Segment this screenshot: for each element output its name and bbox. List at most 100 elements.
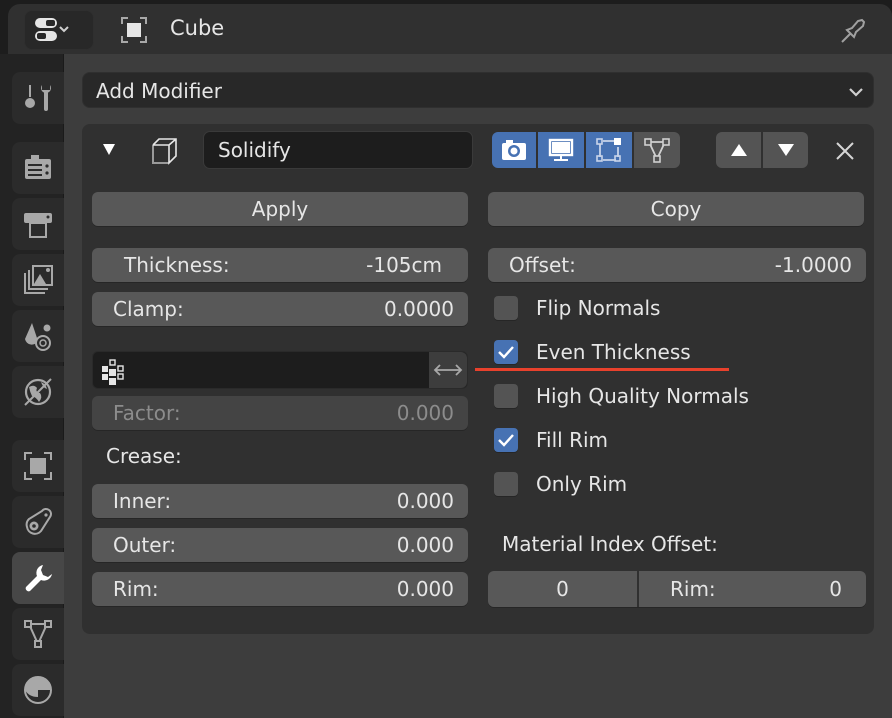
vertex-group-icon: [102, 359, 124, 385]
chevron-down-icon: [849, 88, 863, 97]
checkbox-box[interactable]: [494, 428, 518, 452]
collapse-triangle-icon[interactable]: [102, 142, 116, 156]
render-toggle-button[interactable]: [492, 132, 536, 168]
factor-field: Factor: 0.000: [92, 396, 468, 430]
material-icon: [24, 676, 52, 704]
viewport-toggle-button[interactable]: [538, 132, 584, 168]
checkbox-label: Only Rim: [536, 472, 628, 496]
checkbox-label: Flip Normals: [536, 296, 661, 320]
tab-world[interactable]: [12, 366, 64, 418]
crease-outer-field[interactable]: Outer: 0.000: [92, 528, 468, 562]
only-rim-checkbox[interactable]: Only Rim: [494, 469, 627, 499]
solidify-modifier-icon: [152, 138, 177, 165]
material-offset-field[interactable]: 0: [488, 571, 637, 607]
offset-value: -1.0000: [774, 253, 852, 277]
material-offset-rim-label: Rim:: [670, 577, 716, 601]
tab-scene[interactable]: [12, 310, 64, 362]
material-index-offset-label: Material Index Offset:: [502, 532, 718, 556]
material-offset-rim-field[interactable]: Rim: 0: [639, 571, 866, 607]
tab-render[interactable]: [12, 142, 64, 194]
tab-modifiers[interactable]: [12, 552, 64, 604]
monitor-icon: [548, 138, 574, 161]
tab-tool[interactable]: [12, 72, 64, 124]
output-printer-icon: [24, 213, 52, 238]
fill-rim-checkbox[interactable]: Fill Rim: [494, 425, 608, 455]
scene-icon: [25, 323, 51, 351]
thickness-label: Thickness:: [124, 253, 230, 277]
world-icon: [24, 378, 52, 406]
view-layer-icon: [24, 265, 53, 294]
move-down-button[interactable]: [763, 132, 808, 168]
solidify-modifier-panel: Solidify Apply Copy Thickness: -105cm Cl…: [82, 124, 874, 634]
factor-label: Factor:: [113, 401, 181, 425]
tab-mesh-data[interactable]: [12, 608, 64, 660]
checkmark-icon: [498, 434, 514, 447]
edit-mode-toggle-button[interactable]: [586, 132, 632, 168]
tab-output[interactable]: [12, 198, 64, 250]
camera-icon: [502, 140, 526, 160]
factor-value: 0.000: [396, 401, 454, 425]
vertex-group-field[interactable]: [92, 351, 468, 389]
material-offset-rim-value: 0: [829, 577, 842, 601]
checkbox-label: Fill Rim: [536, 428, 609, 452]
copy-button[interactable]: Copy: [488, 192, 864, 226]
crease-rim-field[interactable]: Rim: 0.000: [92, 572, 468, 606]
object-icon: [24, 452, 52, 480]
editor-type-selector[interactable]: [24, 10, 94, 50]
crease-inner-field[interactable]: Inner: 0.000: [92, 484, 468, 518]
even-thickness-checkbox[interactable]: Even Thickness: [494, 337, 691, 367]
apply-button[interactable]: Apply: [92, 192, 468, 226]
close-icon[interactable]: [834, 140, 856, 162]
wrench-icon: [25, 565, 52, 592]
physics-icon: [25, 508, 52, 535]
crease-rim-value: 0.000: [396, 577, 454, 601]
crease-outer-label: Outer:: [113, 533, 177, 557]
checkmark-icon: [498, 346, 514, 359]
tab-physics[interactable]: [12, 496, 64, 548]
object-icon: [121, 17, 147, 43]
add-modifier-label: Add Modifier: [96, 79, 222, 103]
checkbox-box[interactable]: [494, 296, 518, 320]
crease-inner-value: 0.000: [396, 489, 454, 513]
flip-normals-checkbox[interactable]: Flip Normals: [494, 293, 660, 323]
checkbox-label: Even Thickness: [536, 340, 691, 364]
properties-main-area: Add Modifier Solidify Apply Copy Thickne…: [64, 54, 892, 718]
modifier-name-input[interactable]: Solidify: [203, 131, 473, 169]
visibility-toggle-group: [492, 132, 680, 168]
add-modifier-dropdown[interactable]: Add Modifier: [82, 72, 874, 108]
cage-toggle-button[interactable]: [634, 132, 680, 168]
render-camera-icon: [25, 155, 51, 179]
checkbox-label: High Quality Normals: [536, 384, 749, 408]
checkbox-box[interactable]: [494, 384, 518, 408]
tab-object[interactable]: [12, 440, 64, 492]
thickness-field[interactable]: Thickness: -105cm: [92, 248, 468, 282]
properties-tabs-sidebar: [0, 54, 64, 718]
modifier-name-value: Solidify: [218, 138, 291, 162]
object-name: Cube: [170, 16, 225, 40]
crease-outer-value: 0.000: [396, 533, 454, 557]
move-up-button[interactable]: [716, 132, 761, 168]
invert-vertex-group-button[interactable]: [429, 352, 467, 388]
offset-label: Offset:: [509, 253, 576, 277]
properties-header: Cube: [8, 4, 892, 54]
clamp-value: 0.0000: [384, 297, 454, 321]
clamp-label: Clamp:: [113, 297, 184, 321]
clamp-field[interactable]: Clamp: 0.0000: [92, 292, 468, 326]
checkbox-box[interactable]: [494, 472, 518, 496]
pin-icon[interactable]: [838, 14, 870, 46]
triangle-down-icon: [777, 144, 794, 156]
material-index-offset-group: 0 Rim: 0: [488, 571, 866, 607]
tool-settings-icon: [25, 85, 51, 111]
tab-view-layer[interactable]: [12, 254, 64, 306]
thickness-value: -105cm: [366, 253, 442, 277]
crease-label: Crease:: [106, 444, 182, 468]
checkbox-box[interactable]: [494, 340, 518, 364]
edit-mode-icon: [596, 138, 621, 162]
triangle-up-icon: [730, 144, 747, 156]
move-modifier-group: [716, 132, 808, 168]
offset-field[interactable]: Offset: -1.0000: [488, 248, 866, 282]
mesh-data-icon: [24, 620, 52, 648]
vertex-triangle-icon: [644, 138, 670, 163]
high-quality-normals-checkbox[interactable]: High Quality Normals: [494, 381, 749, 411]
tab-material[interactable]: [12, 664, 64, 716]
